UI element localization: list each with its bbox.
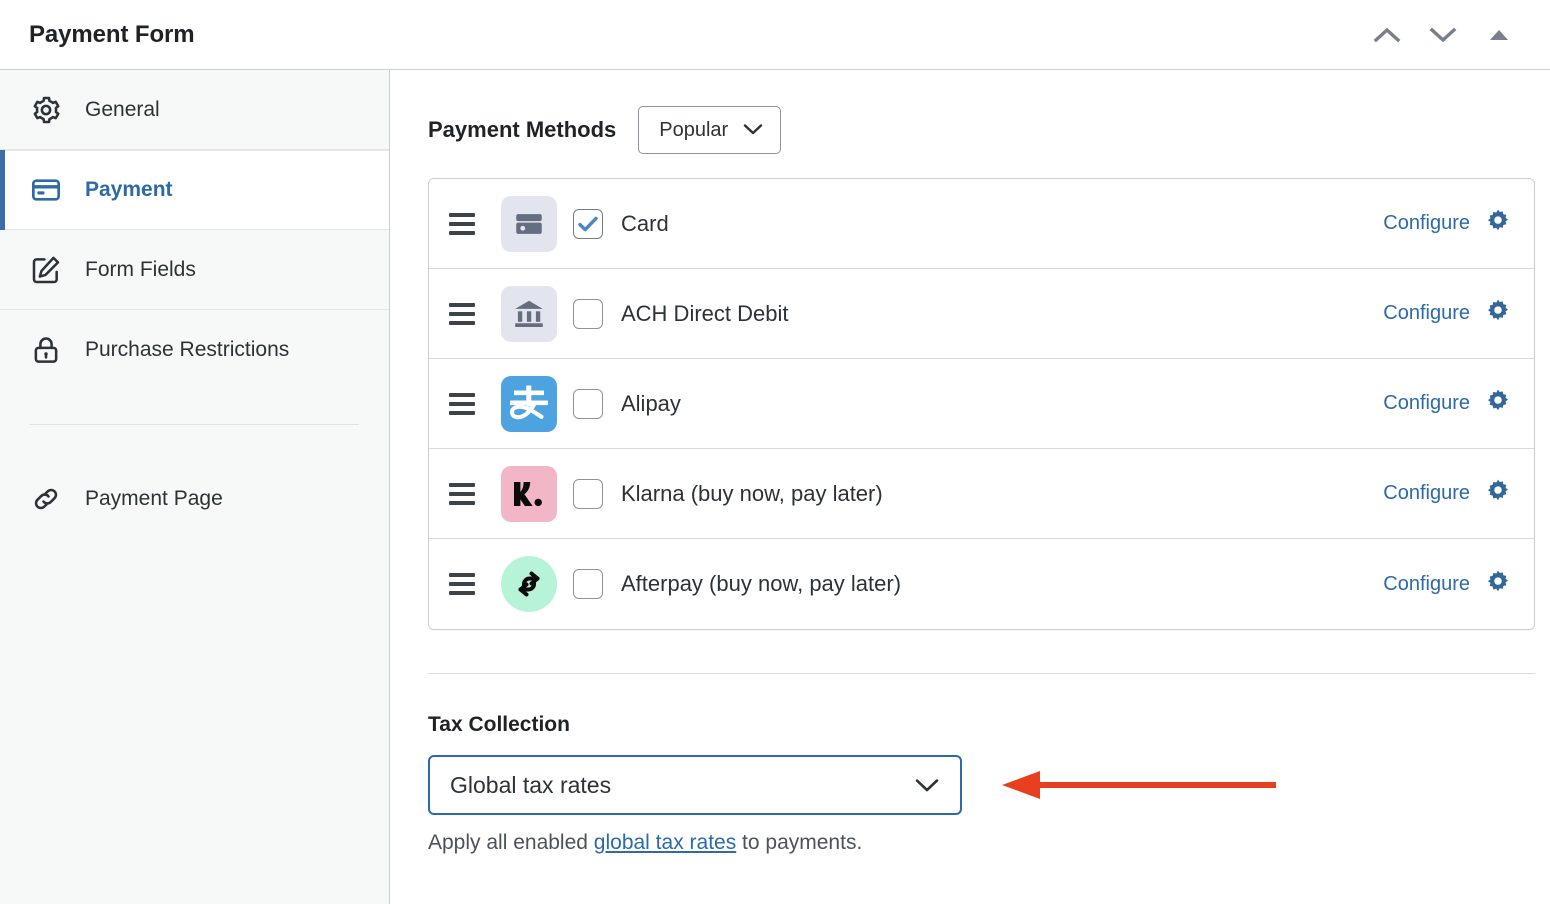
tax-collection-row: Global tax rates [428,755,1535,815]
page-title: Payment Form [29,21,195,49]
configure-label: Configure [1383,302,1470,325]
gear-icon [1484,568,1512,601]
move-up-button[interactable] [1370,18,1404,52]
link-icon [29,482,63,516]
drag-handle-icon[interactable] [449,297,483,331]
gear-icon [1484,387,1512,420]
klarna-logo [501,466,557,522]
configure-label: Configure [1383,392,1470,415]
panel-body: General Payment [0,70,1550,904]
configure-link[interactable]: Configure [1383,387,1512,420]
configure-label: Configure [1383,573,1470,596]
alipay-logo [501,376,557,432]
help-prefix: Apply all enabled [428,831,594,854]
sidebar-item-label: Form Fields [85,258,196,282]
sidebar-item-label: Purchase Restrictions [85,338,289,362]
table-row: Klarna (buy now, pay later) Configure [429,449,1534,539]
drag-handle-icon[interactable] [449,207,483,241]
tax-collection-value: Global tax rates [450,772,611,799]
sidebar-item-general[interactable]: General [0,70,389,150]
gear-icon [1484,477,1512,510]
configure-link[interactable]: Configure [1383,207,1512,240]
chevron-up-icon [1373,25,1401,45]
gear-icon [29,93,63,127]
method-logo [501,286,557,342]
drag-handle-icon[interactable] [449,387,483,421]
header-actions [1370,18,1528,52]
method-logo [501,376,557,432]
sidebar-item-purchase-restrictions[interactable]: Purchase Restrictions [0,310,389,390]
configure-link[interactable]: Configure [1383,477,1512,510]
sidebar-item-payment-page[interactable]: Payment Page [0,459,389,539]
afterpay-logo [501,556,557,612]
configure-label: Configure [1383,482,1470,505]
method-label: Afterpay (buy now, pay later) [621,571,901,597]
method-checkbox[interactable] [573,569,603,599]
drag-handle-icon[interactable] [449,477,483,511]
section-divider [428,673,1535,674]
sidebar-item-label: Payment Page [85,487,223,511]
method-logo [501,466,557,522]
panel-header: Payment Form [0,0,1550,70]
settings-sidebar: General Payment [0,70,390,904]
sidebar-item-form-fields[interactable]: Form Fields [0,230,389,310]
lock-icon [29,333,63,367]
table-row: Afterpay (buy now, pay later) Configure [429,539,1534,629]
configure-link[interactable]: Configure [1383,568,1512,601]
sidebar-item-label: General [85,98,160,122]
tax-collection-select[interactable]: Global tax rates [428,755,962,815]
method-checkbox[interactable] [573,209,603,239]
credit-card-logo [501,196,557,252]
table-row: Card Configure [429,179,1534,269]
check-icon [577,215,599,233]
method-label: ACH Direct Debit [621,301,788,327]
sidebar-divider [29,424,359,425]
method-logo [501,556,557,612]
payment-methods-filter-select[interactable]: Popular [638,106,781,154]
method-logo [501,196,557,252]
chevron-down-icon [914,777,940,793]
chevron-down-icon [742,119,764,142]
configure-link[interactable]: Configure [1383,297,1512,330]
move-down-button[interactable] [1426,18,1460,52]
sidebar-item-label: Payment [85,178,173,202]
bank-logo [501,286,557,342]
method-label: Card [621,211,669,237]
payment-form-panel: Payment Form [0,0,1550,904]
sidebar-item-payment[interactable]: Payment [0,150,389,230]
drag-handle-icon[interactable] [449,567,483,601]
triangle-up-icon [1488,27,1510,43]
credit-card-icon [29,173,63,207]
gear-icon [1484,297,1512,330]
tax-collection-help: Apply all enabled global tax rates to pa… [428,831,1535,855]
global-tax-rates-link[interactable]: global tax rates [594,831,736,854]
gear-icon [1484,207,1512,240]
payment-methods-list: Card Configure [428,178,1535,630]
tax-collection-section: Tax Collection Global tax rates [428,713,1535,855]
method-label: Alipay [621,391,681,417]
tax-collection-label: Tax Collection [428,713,1535,737]
configure-label: Configure [1383,212,1470,235]
pencil-square-icon [29,253,63,287]
method-checkbox[interactable] [573,479,603,509]
payment-settings-content: Payment Methods Popular [390,70,1550,904]
help-suffix: to payments. [736,831,862,854]
red-arrow-annotation [990,765,1280,805]
method-label: Klarna (buy now, pay later) [621,481,883,507]
chevron-down-icon [1429,25,1457,45]
method-checkbox[interactable] [573,299,603,329]
method-checkbox[interactable] [573,389,603,419]
payment-methods-heading: Payment Methods [428,117,616,143]
collapse-button[interactable] [1482,18,1516,52]
filter-value: Popular [659,119,728,142]
payment-methods-header: Payment Methods Popular [428,106,1535,154]
table-row: ACH Direct Debit Configure [429,269,1534,359]
table-row: Alipay Configure [429,359,1534,449]
